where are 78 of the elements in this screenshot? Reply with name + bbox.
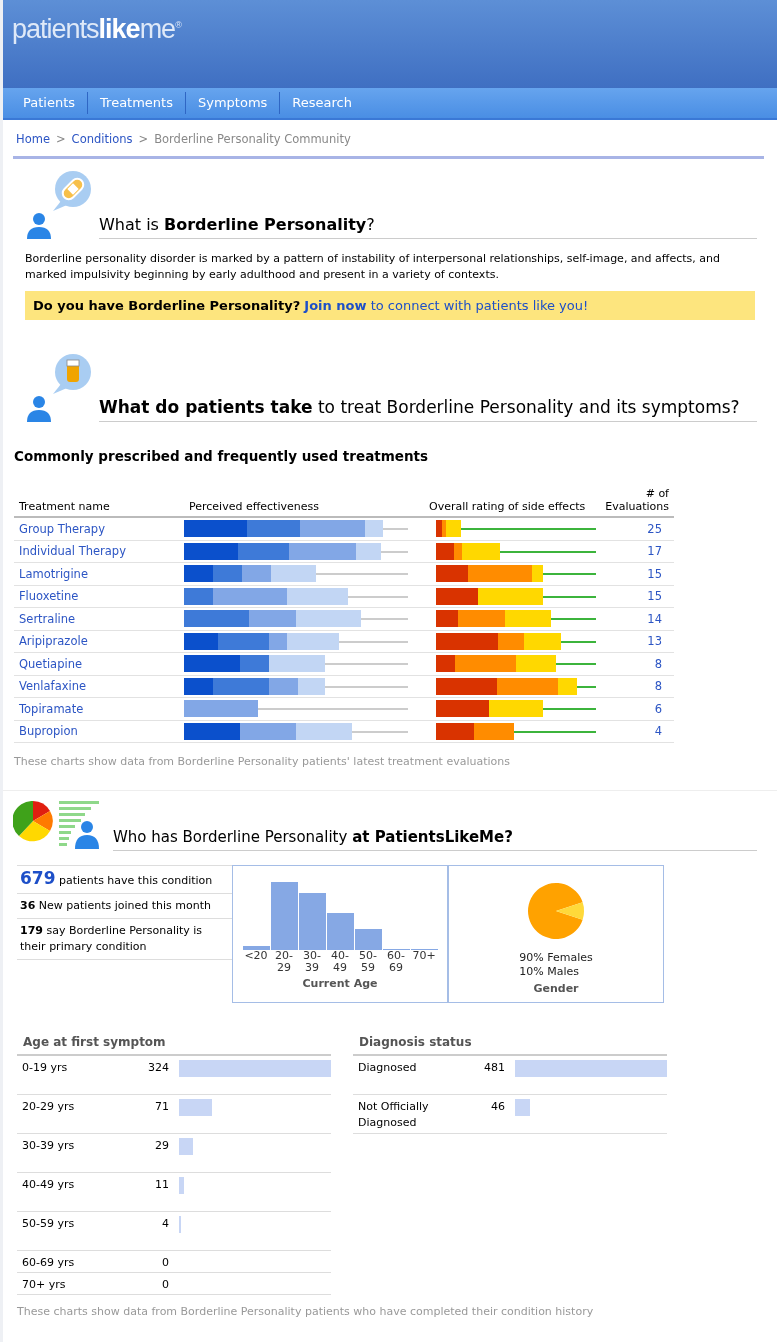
column-header: Treatment name bbox=[18, 500, 111, 515]
age-label: 30- 39 bbox=[302, 950, 322, 974]
treatment-link[interactable]: Group Therapy bbox=[14, 521, 184, 536]
row-label: Not Officially Diagnosed bbox=[357, 1099, 430, 1131]
age-label: <20 bbox=[243, 950, 269, 964]
table-heading: Age at first symptom bbox=[17, 1035, 331, 1056]
evaluations-link[interactable]: 15 bbox=[594, 589, 674, 604]
evaluations-link[interactable]: 15 bbox=[594, 566, 674, 581]
treatment-link[interactable]: Sertraline bbox=[14, 611, 184, 626]
column-header: Perceived effectiveness bbox=[188, 500, 320, 515]
row-count: 4 bbox=[161, 1216, 170, 1232]
row-count: 71 bbox=[154, 1099, 170, 1115]
evaluations-link[interactable]: 8 bbox=[594, 656, 674, 671]
breadcrumb-link[interactable]: Conditions bbox=[71, 132, 133, 146]
column-header: # of Evaluations bbox=[604, 487, 670, 515]
section-title: What do patients take to treat Borderline Personality and its symptoms? bbox=[99, 397, 757, 422]
row-label: 40-49 yrs bbox=[21, 1177, 76, 1193]
row-count: 11 bbox=[154, 1177, 170, 1193]
evaluations-link[interactable]: 6 bbox=[594, 701, 674, 716]
chart-label: Gender bbox=[533, 982, 579, 995]
treatment-link[interactable]: Topiramate bbox=[14, 701, 184, 716]
table-heading: Commonly prescribed and frequently used treatments bbox=[14, 448, 430, 464]
evaluations-link[interactable]: 25 bbox=[594, 521, 674, 536]
count-bar bbox=[515, 1099, 530, 1116]
treatment-link[interactable]: Aripiprazole bbox=[14, 634, 184, 649]
treatment-link[interactable]: Lamotrigine bbox=[14, 566, 184, 581]
row-label: 50-59 yrs bbox=[21, 1216, 76, 1232]
age-label: 60- 69 bbox=[386, 950, 406, 974]
gender-share: 10% Males bbox=[519, 965, 580, 979]
evaluations-link[interactable]: 14 bbox=[594, 611, 674, 626]
age-label: 50- 59 bbox=[358, 950, 378, 974]
row-label: 30-39 yrs bbox=[21, 1138, 76, 1154]
chart-label: Current Age bbox=[302, 977, 378, 990]
treatment-link[interactable]: Bupropion bbox=[14, 724, 184, 739]
treatment-link[interactable]: Venlafaxine bbox=[14, 679, 184, 694]
evaluations-link[interactable]: 17 bbox=[594, 544, 674, 559]
section-title: What is Borderline Personality? bbox=[99, 215, 757, 239]
chart-footnote: These charts show data from Borderline Personality patients' latest treatment evaluations bbox=[14, 755, 511, 768]
row-count: 324 bbox=[147, 1060, 170, 1076]
treatment-link[interactable]: Quetiapine bbox=[14, 656, 184, 671]
breadcrumb-current: Borderline Personality Community bbox=[154, 132, 351, 146]
join-question: Do you have Borderline Personality? bbox=[33, 298, 301, 313]
row-label: 20-29 yrs bbox=[21, 1099, 76, 1115]
stat-line: 679 patients have this condition bbox=[17, 866, 232, 894]
age-label: 40- 49 bbox=[330, 950, 350, 974]
stat-line: 36 New patients joined this month bbox=[17, 894, 232, 919]
count-bar bbox=[179, 1177, 185, 1194]
breadcrumb-separator: > bbox=[138, 132, 149, 146]
evaluations-link[interactable]: 13 bbox=[594, 634, 674, 649]
breadcrumb-link[interactable]: Home bbox=[16, 132, 50, 146]
condition-description: Borderline personality disorder is marked by a pattern of instability of interpersonal relationships, self-image, and affects, and marked impulsivity beginning by early adulthood and present in a variety of contexts. bbox=[25, 251, 721, 283]
row-count: 29 bbox=[154, 1138, 170, 1154]
join-link[interactable]: Join now bbox=[304, 298, 367, 313]
gender-share: 90% Females bbox=[519, 951, 593, 965]
count-bar bbox=[179, 1138, 193, 1155]
site-logo[interactable]: patientslikeme$^{®}$ bbox=[12, 14, 181, 44]
age-label: 20- 29 bbox=[274, 950, 294, 974]
row-count: 481 bbox=[483, 1060, 506, 1076]
breadcrumb-separator: > bbox=[55, 132, 66, 146]
row-label: 0-19 yrs bbox=[21, 1060, 69, 1076]
row-label: 60-69 yrs bbox=[21, 1255, 76, 1271]
section-title: Who has Borderline Personality at PatientsLikeMe? bbox=[113, 828, 757, 851]
age-label: 70+ bbox=[411, 950, 437, 964]
row-label: Diagnosed bbox=[357, 1060, 418, 1076]
row-count: 0 bbox=[161, 1255, 170, 1271]
row-count: 0 bbox=[161, 1277, 170, 1293]
treatment-link[interactable]: Individual Therapy bbox=[14, 544, 184, 559]
join-text: to connect with patients like you! bbox=[370, 298, 589, 313]
evaluations-link[interactable]: 4 bbox=[594, 724, 674, 739]
evaluations-link[interactable]: 8 bbox=[594, 679, 674, 694]
column-header: Overall rating of side effects bbox=[428, 500, 587, 515]
row-label: 70+ yrs bbox=[21, 1277, 67, 1293]
treatment-link[interactable]: Fluoxetine bbox=[14, 589, 184, 604]
chart-footnote: These charts show data from Borderline Personality patients who have completed their condition history bbox=[17, 1305, 595, 1318]
table-heading: Diagnosis status bbox=[353, 1035, 667, 1056]
stat-line: 179 say Borderline Personality is their primary condition bbox=[17, 919, 232, 960]
count-bar bbox=[179, 1099, 213, 1116]
row-count: 46 bbox=[490, 1099, 506, 1115]
